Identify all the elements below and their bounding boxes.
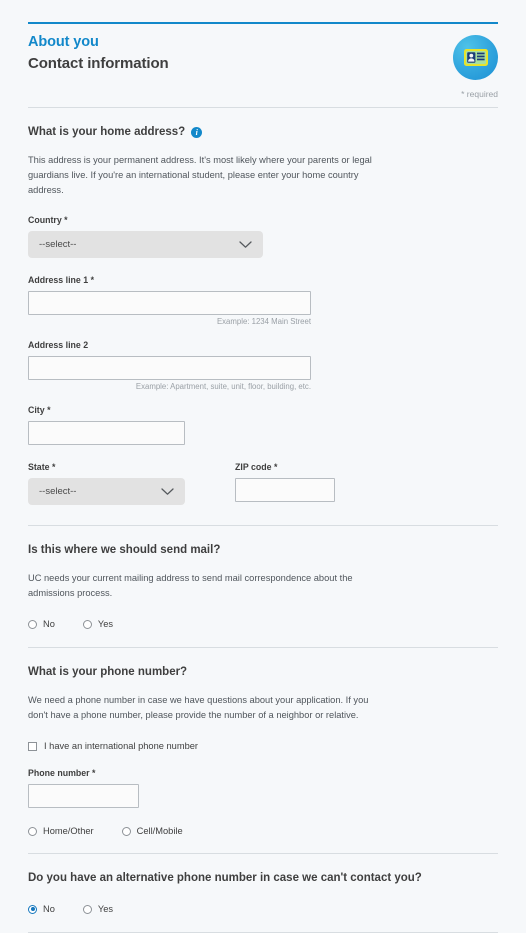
alternative-phone-option-no-label: No bbox=[43, 904, 55, 914]
phone-type-home-other[interactable]: Home/Other bbox=[28, 826, 94, 836]
alternative-phone-option-no[interactable]: No bbox=[28, 904, 55, 914]
international-phone-checkbox-label: I have an international phone number bbox=[44, 741, 199, 751]
zip-input[interactable] bbox=[235, 478, 335, 502]
phone-question: What is your phone number? bbox=[28, 666, 188, 678]
alternative-phone-question: Do you have an alternative phone number … bbox=[28, 872, 422, 884]
state-zip-row: State * --select-- ZIP code * bbox=[28, 461, 498, 505]
phone-number-label: Phone number * bbox=[28, 768, 96, 778]
section-eyebrow: About you bbox=[28, 34, 99, 50]
radio-icon[interactable] bbox=[28, 826, 37, 836]
section-mailing-address: Is this where we should send mail? UC ne… bbox=[28, 526, 498, 629]
city-label: City * bbox=[28, 405, 51, 415]
city-field: City * bbox=[28, 404, 498, 445]
alternative-phone-options: No Yes bbox=[28, 904, 498, 914]
section-alternative-phone: Do you have an alternative phone number … bbox=[28, 854, 498, 914]
page-title: Contact information bbox=[28, 55, 169, 72]
zip-field: ZIP code * bbox=[235, 461, 335, 502]
phone-type-options: Home/Other Cell/Mobile bbox=[28, 826, 498, 836]
mailing-option-no[interactable]: No bbox=[28, 619, 55, 629]
radio-icon[interactable] bbox=[121, 826, 131, 836]
address-line-2-field: Address line 2 Example: Apartment, suite… bbox=[28, 339, 498, 391]
alternative-phone-option-yes[interactable]: Yes bbox=[82, 904, 114, 914]
state-field: State * --select-- bbox=[28, 461, 185, 505]
address-line-1-input[interactable] bbox=[28, 291, 311, 315]
contact-information-page: About you Contact information * required… bbox=[0, 22, 526, 933]
international-phone-checkbox-row[interactable]: I have an international phone number bbox=[28, 741, 498, 751]
required-note: * required bbox=[461, 89, 498, 99]
mailing-option-no-label: No bbox=[43, 619, 55, 629]
country-select-wrap: --select-- bbox=[28, 231, 263, 258]
radio-icon[interactable] bbox=[82, 904, 92, 914]
zip-label: ZIP code * bbox=[235, 462, 278, 472]
mailing-help-text: UC needs your current mailing address to… bbox=[28, 573, 353, 598]
phone-number-field: Phone number * bbox=[28, 767, 498, 808]
radio-icon[interactable] bbox=[28, 904, 37, 914]
home-address-question: What is your home address? i bbox=[28, 125, 498, 140]
state-select[interactable]: --select-- bbox=[28, 478, 185, 505]
city-input[interactable] bbox=[28, 421, 185, 445]
checkbox-icon[interactable] bbox=[28, 741, 37, 751]
address-line-1-field: Address line 1 * Example: 1234 Main Stre… bbox=[28, 274, 498, 326]
phone-help-text: We need a phone number in case we have q… bbox=[28, 695, 369, 720]
mailing-option-yes-label: Yes bbox=[97, 619, 114, 629]
country-field: Country * --select-- bbox=[28, 214, 498, 258]
address-line-1-label: Address line 1 * bbox=[28, 275, 95, 285]
phone-type-cell-mobile-label: Cell/Mobile bbox=[136, 826, 183, 836]
state-select-wrap: --select-- bbox=[28, 478, 185, 505]
page-header: About you Contact information * required bbox=[28, 24, 498, 99]
mailing-options: No Yes bbox=[28, 619, 498, 629]
address-line-2-input[interactable] bbox=[28, 356, 311, 380]
address-line-2-hint: Example: Apartment, suite, unit, floor, … bbox=[135, 382, 311, 391]
mailing-question: Is this where we should send mail? bbox=[28, 544, 221, 556]
section-phone-number: What is your phone number? We need a pho… bbox=[28, 648, 498, 836]
home-address-help-text: This address is your permanent address. … bbox=[28, 155, 372, 195]
radio-icon[interactable] bbox=[28, 619, 37, 629]
phone-type-home-other-label: Home/Other bbox=[43, 826, 94, 836]
info-icon[interactable]: i bbox=[191, 127, 203, 138]
address-line-2-label: Address line 2 bbox=[28, 340, 89, 350]
state-label: State * bbox=[28, 462, 56, 472]
phone-number-input[interactable] bbox=[28, 784, 139, 808]
radio-icon[interactable] bbox=[82, 619, 92, 629]
home-address-question-text: What is your home address? bbox=[28, 126, 186, 138]
mailing-option-yes[interactable]: Yes bbox=[82, 619, 114, 629]
country-label: Country * bbox=[28, 215, 68, 225]
country-select[interactable]: --select-- bbox=[28, 231, 263, 258]
address-line-1-hint: Example: 1234 Main Street bbox=[216, 317, 311, 326]
alternative-phone-option-yes-label: Yes bbox=[97, 904, 114, 914]
id-card-icon bbox=[453, 35, 498, 80]
phone-type-cell-mobile[interactable]: Cell/Mobile bbox=[121, 826, 183, 836]
section-home-address: What is your home address? i This addres… bbox=[28, 108, 498, 505]
